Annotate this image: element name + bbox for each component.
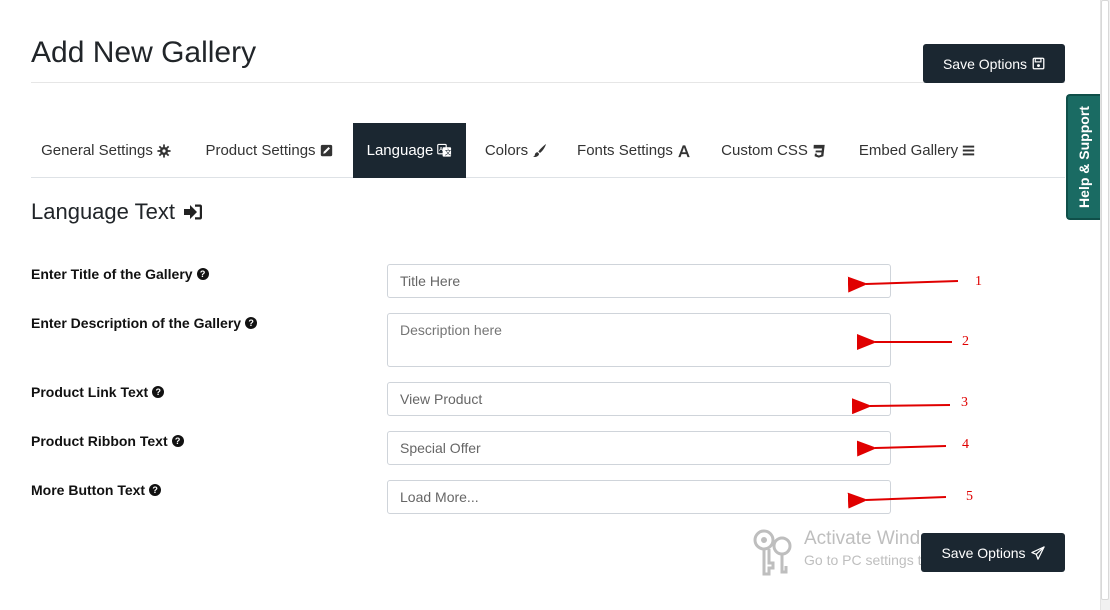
more-button-text-input[interactable]	[387, 480, 891, 514]
field-label-gallery-description: Enter Description of the Gallery?	[31, 315, 258, 331]
floppy-disk-icon	[1032, 57, 1045, 70]
section-heading: Language Text	[31, 199, 203, 225]
settings-tabs: General Settings Product Settings Langua…	[31, 123, 1065, 178]
gallery-description-textarea[interactable]	[387, 313, 891, 367]
tab-label: Fonts Settings	[577, 142, 673, 159]
tab-custom-css[interactable]: Custom CSS	[717, 123, 830, 178]
question-circle-icon[interactable]: ?	[245, 317, 258, 329]
label-text: Enter Description of the Gallery	[31, 315, 242, 331]
annotation-number-1: 1	[975, 274, 982, 289]
help-support-label: Help & Support	[1076, 106, 1093, 208]
annotation-number-3: 3	[961, 395, 968, 410]
label-text: Product Ribbon Text	[31, 433, 168, 449]
svg-text:A: A	[439, 147, 443, 153]
tab-product-settings[interactable]: Product Settings	[193, 123, 345, 178]
product-link-text-input[interactable]	[387, 382, 891, 416]
tab-embed-gallery[interactable]: Embed Gallery	[855, 123, 979, 178]
field-label-product-link-text: Product Link Text?	[31, 384, 165, 400]
sign-in-icon	[183, 204, 202, 220]
question-circle-icon[interactable]: ?	[196, 268, 209, 280]
annotation-number-5: 5	[966, 489, 973, 504]
label-text: Product Link Text	[31, 384, 149, 400]
scrollbar-thumb[interactable]	[1101, 0, 1109, 600]
field-label-gallery-title: Enter Title of the Gallery?	[31, 266, 209, 282]
paper-plane-icon	[1030, 545, 1045, 560]
save-options-button-top[interactable]: Save Options	[923, 44, 1065, 83]
tab-label: Colors	[484, 142, 529, 159]
field-label-product-ribbon-text: Product Ribbon Text?	[31, 433, 184, 449]
tab-label: Custom CSS	[721, 142, 808, 159]
tab-label: Language	[366, 142, 434, 159]
tab-colors[interactable]: Colors	[474, 123, 558, 178]
label-text: Enter Title of the Gallery	[31, 266, 193, 282]
field-label-more-button-text: More Button Text?	[31, 482, 162, 498]
section-heading-text: Language Text	[31, 199, 175, 224]
tab-label: Product Settings	[205, 142, 316, 159]
bars-icon	[962, 145, 975, 156]
page-title: Add New Gallery	[31, 36, 257, 69]
question-circle-icon[interactable]: ?	[149, 484, 162, 496]
svg-text:文: 文	[445, 148, 452, 157]
save-options-label: Save Options	[942, 55, 1028, 72]
font-icon	[678, 144, 690, 157]
save-options-label: Save Options	[941, 544, 1026, 561]
tab-label: Embed Gallery	[858, 142, 959, 159]
tab-fonts-settings[interactable]: Fonts Settings	[569, 123, 699, 178]
question-circle-icon[interactable]: ?	[171, 435, 184, 447]
paintbrush-icon	[533, 143, 547, 158]
product-ribbon-text-input[interactable]	[387, 431, 891, 465]
tab-general-settings[interactable]: General Settings	[31, 123, 181, 178]
gallery-title-input[interactable]	[387, 264, 891, 298]
tab-label: General Settings	[41, 142, 153, 159]
annotation-arrows	[847, 276, 959, 509]
save-options-button-bottom[interactable]: Save Options	[921, 533, 1065, 572]
css3-icon	[813, 144, 825, 158]
title-divider	[31, 82, 1065, 83]
gear-icon	[157, 143, 171, 158]
key-icon	[753, 529, 792, 576]
label-text: More Button Text	[31, 482, 146, 498]
edit-icon	[320, 144, 332, 157]
question-circle-icon[interactable]: ?	[152, 386, 165, 398]
annotation-number-4: 4	[962, 437, 969, 452]
tab-language[interactable]: Language 文 A	[353, 123, 466, 178]
language-icon: 文 A	[437, 143, 452, 157]
annotation-number-2: 2	[962, 334, 969, 349]
help-support-tab[interactable]: Help & Support	[1066, 94, 1100, 220]
